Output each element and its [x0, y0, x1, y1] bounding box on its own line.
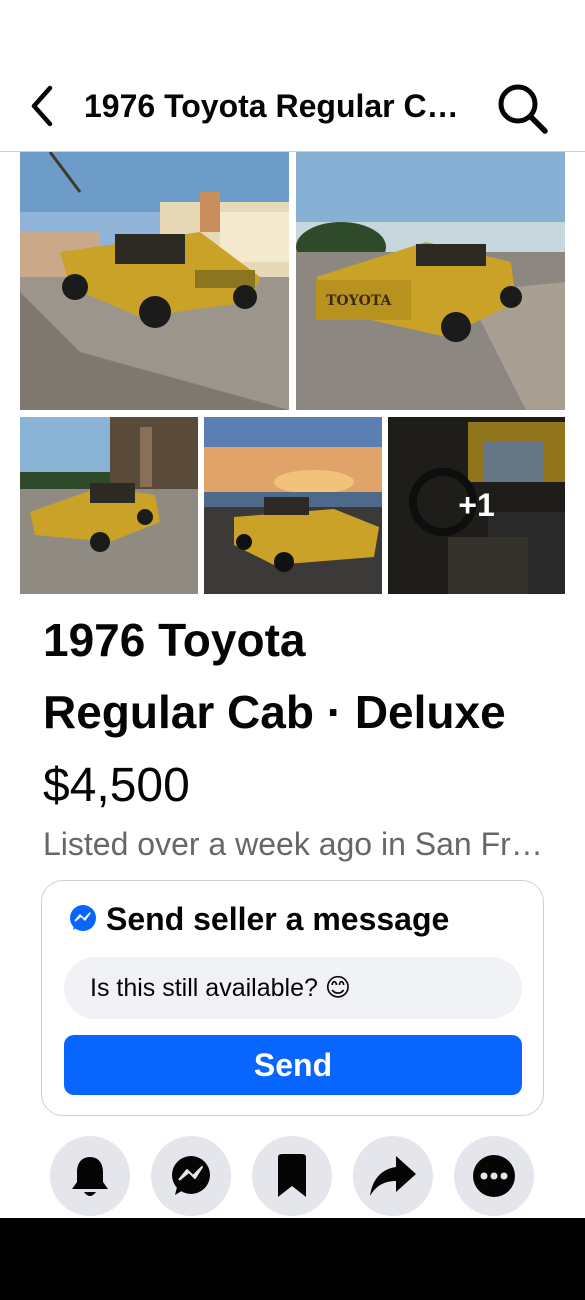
more-icon	[473, 1155, 515, 1197]
listing-price: $4,500	[43, 759, 190, 812]
message-seller-button[interactable]	[151, 1136, 231, 1216]
listing-photo-2[interactable]: TOYOTA	[296, 152, 565, 410]
listing-photo-3[interactable]	[20, 417, 198, 594]
share-icon	[370, 1156, 416, 1196]
listing-photo-1[interactable]	[20, 152, 289, 410]
messenger-icon	[172, 1156, 210, 1195]
listing-photo-5[interactable]: +1	[388, 417, 565, 594]
notify-button[interactable]	[50, 1136, 130, 1216]
search-button[interactable]	[494, 80, 550, 136]
top-app-bar: 1976 Toyota Regular Cab · Deluxe	[0, 60, 585, 152]
tailgate-text: TOYOTA	[326, 293, 392, 309]
listing-title-line-1: 1976 Toyota	[43, 614, 306, 666]
share-button[interactable]	[353, 1136, 433, 1216]
listing-title-line-2: Regular Cab · Deluxe	[43, 686, 506, 738]
message-heading-text: Send seller a message	[106, 901, 450, 937]
listing-time-location: Listed over a week ago in San Francisco,…	[43, 826, 543, 862]
bookmark-icon	[278, 1154, 306, 1197]
message-input[interactable]: Is this still available? 😊	[64, 957, 522, 1019]
save-button[interactable]	[252, 1136, 332, 1216]
message-heading: Send seller a message	[68, 899, 449, 939]
chevron-left-icon	[31, 85, 53, 127]
more-photos-badge: +1	[388, 417, 565, 594]
more-options-button[interactable]	[454, 1136, 534, 1216]
messenger-icon	[70, 905, 96, 931]
bell-icon	[72, 1157, 108, 1196]
send-message-card: Send seller a message Is this still avai…	[41, 880, 544, 1116]
header-title: 1976 Toyota Regular Cab · Deluxe	[84, 88, 459, 124]
search-icon	[498, 84, 548, 134]
system-navigation-bar	[0, 1218, 585, 1300]
send-button[interactable]: Send	[64, 1035, 522, 1095]
listing-title: 1976 Toyota Regular Cab · Deluxe	[43, 604, 543, 748]
listing-photo-4[interactable]	[204, 417, 382, 594]
back-button[interactable]	[22, 84, 62, 128]
